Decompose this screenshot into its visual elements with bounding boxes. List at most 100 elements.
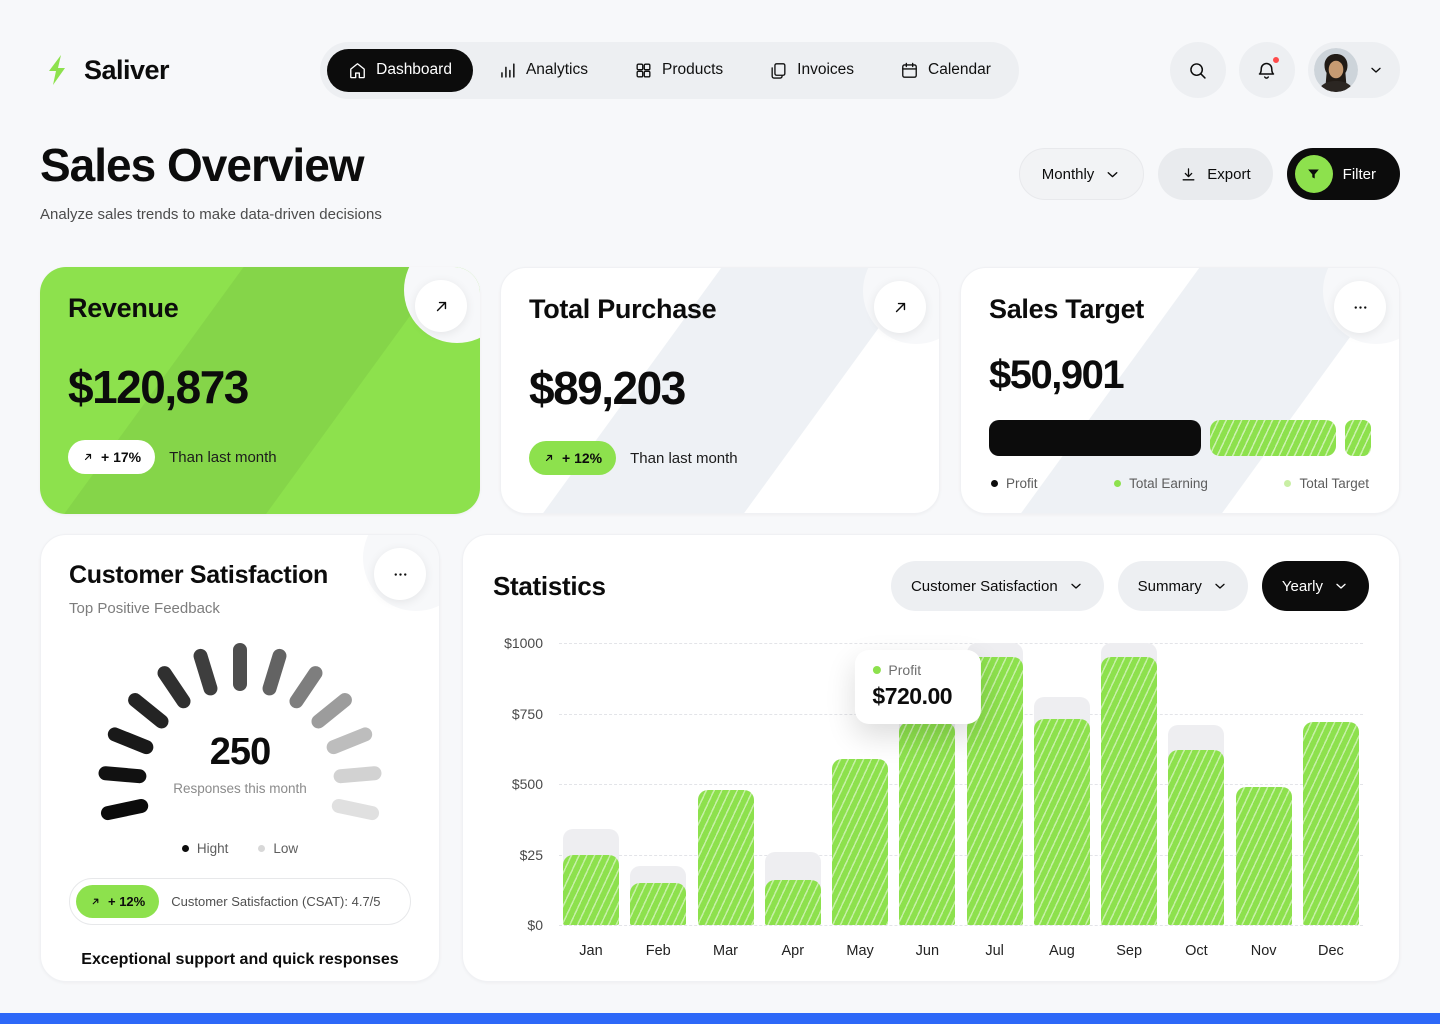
- period-select[interactable]: Monthly: [1019, 148, 1145, 200]
- chart-bar-group-feb[interactable]: [630, 643, 686, 925]
- card-title: Statistics: [493, 571, 606, 602]
- csat-delta-badge: + 12%: [76, 885, 159, 918]
- delta-note: Than last month: [169, 449, 277, 466]
- delta-note: Than last month: [630, 450, 738, 467]
- legend-dot: [258, 845, 265, 852]
- customer-satisfaction-card: Customer Satisfaction Top Positive Feedb…: [40, 534, 440, 982]
- bar-dec[interactable]: [1303, 722, 1359, 925]
- chart-bar-group-aug[interactable]: [1034, 643, 1090, 925]
- x-axis-label-nov: Nov: [1236, 943, 1292, 959]
- mode-select[interactable]: Summary: [1118, 561, 1248, 611]
- gauge-caption: Responses this month: [90, 781, 390, 796]
- chart-bar-group-mar[interactable]: [698, 643, 754, 925]
- statistics-chart: $1000$750$500$25$0 Profit $720.00 JanFeb…: [493, 635, 1369, 965]
- sales-dashboard-page: Saliver DashboardAnalyticsProductsInvoic…: [0, 0, 1440, 1024]
- legend-dot: [182, 845, 189, 852]
- nav-item-products[interactable]: Products: [613, 49, 744, 92]
- y-axis-tick: $500: [512, 776, 543, 792]
- nav-item-invoices[interactable]: Invoices: [748, 49, 875, 92]
- filter-label: Filter: [1343, 166, 1376, 183]
- bar-jun[interactable]: [899, 722, 955, 925]
- brand: Saliver: [40, 53, 169, 87]
- statistics-card: Statistics Customer Satisfaction Summary: [462, 534, 1400, 982]
- bottom-row: Customer Satisfaction Top Positive Feedb…: [40, 534, 1400, 982]
- target-legend: ProfitTotal EarningTotal Target: [989, 476, 1371, 491]
- chevron-down-icon: [1068, 578, 1084, 594]
- bar-aug[interactable]: [1034, 719, 1090, 925]
- brand-name: Saliver: [84, 55, 169, 86]
- bar-may[interactable]: [832, 759, 888, 925]
- chart-bar-group-oct[interactable]: [1168, 643, 1224, 925]
- bar-apr[interactable]: [765, 880, 821, 925]
- bar-oct[interactable]: [1168, 750, 1224, 925]
- total-purchase-card: Total Purchase $89,203 + 12% Than last m…: [500, 267, 940, 514]
- metric-select[interactable]: Customer Satisfaction: [891, 561, 1104, 611]
- csat-row: + 12% Customer Satisfaction (CSAT): 4.7/…: [69, 878, 411, 925]
- bar-feb[interactable]: [630, 883, 686, 925]
- card-title: Total Purchase: [529, 294, 911, 325]
- chart-bar-group-jan[interactable]: [563, 643, 619, 925]
- download-icon: [1180, 166, 1197, 183]
- target-progress-total-target: [1345, 420, 1371, 456]
- target-legend-total-target: Total Target: [1284, 476, 1369, 491]
- bar-mar[interactable]: [698, 790, 754, 925]
- bar-nov[interactable]: [1236, 787, 1292, 925]
- chevron-down-icon: [1333, 578, 1349, 594]
- target-legend-total-earning: Total Earning: [1114, 476, 1208, 491]
- page-title: Sales Overview: [40, 138, 382, 192]
- nav-item-calendar[interactable]: Calendar: [879, 49, 1012, 92]
- card-title: Customer Satisfaction: [69, 561, 411, 590]
- tooltip-value: $720.00: [872, 683, 962, 710]
- card-title: Sales Target: [989, 294, 1371, 325]
- user-menu[interactable]: [1308, 42, 1400, 98]
- legend-low: Low: [258, 841, 298, 856]
- kpi-cards-row: Revenue $120,873 + 17% Than last month: [40, 267, 1400, 514]
- search-button[interactable]: [1170, 42, 1226, 98]
- export-label: Export: [1207, 166, 1250, 183]
- x-axis-label-jul: Jul: [967, 943, 1023, 959]
- analytics-icon: [498, 61, 517, 80]
- gauge-legend: Hight Low: [69, 841, 411, 856]
- notifications-button[interactable]: [1239, 42, 1295, 98]
- brand-logo-icon: [40, 53, 74, 87]
- gauge-segment: [155, 663, 193, 711]
- period-label: Monthly: [1042, 166, 1095, 183]
- target-progress-bar: [989, 420, 1371, 456]
- legend-dot: [991, 480, 998, 487]
- chart-bar-group-apr[interactable]: [765, 643, 821, 925]
- target-value: $50,901: [989, 353, 1371, 398]
- purchase-value: $89,203: [529, 361, 911, 415]
- target-progress-profit: [989, 420, 1201, 456]
- page-head: Sales Overview Analyze sales trends to m…: [40, 138, 1400, 223]
- head-controls: Monthly Export Filter: [1019, 148, 1400, 200]
- x-axis-label-apr: Apr: [765, 943, 821, 959]
- gauge-segment: [330, 798, 380, 822]
- calendar-icon: [900, 61, 919, 80]
- export-button[interactable]: Export: [1158, 148, 1272, 200]
- bar-jan[interactable]: [563, 855, 619, 926]
- satisfaction-menu-button[interactable]: [374, 548, 426, 600]
- main-nav: DashboardAnalyticsProductsInvoicesCalend…: [320, 42, 1019, 99]
- search-icon: [1187, 60, 1208, 81]
- chart-gridline: [559, 925, 1363, 926]
- filter-button[interactable]: Filter: [1287, 148, 1400, 200]
- chart-bar-group-dec[interactable]: [1303, 643, 1359, 925]
- chart-plot-area: Profit $720.00: [559, 643, 1363, 925]
- chart-bar-group-nov[interactable]: [1236, 643, 1292, 925]
- products-grid-icon: [634, 61, 653, 80]
- y-axis-tick: $1000: [504, 635, 543, 651]
- arrow-up-right-icon: [82, 451, 94, 463]
- top-actions: [1170, 42, 1400, 98]
- chart-bar-group-sep[interactable]: [1101, 643, 1157, 925]
- y-axis-tick: $750: [512, 706, 543, 722]
- nav-item-dashboard[interactable]: Dashboard: [327, 49, 473, 92]
- card-subtitle: Top Positive Feedback: [69, 600, 411, 617]
- revenue-card: Revenue $120,873 + 17% Than last month: [40, 267, 480, 514]
- sales-target-card: Sales Target $50,901 ProfitTotal Earning…: [960, 267, 1400, 514]
- x-axis-label-sep: Sep: [1101, 943, 1157, 959]
- gauge-segment: [233, 643, 247, 691]
- nav-item-analytics[interactable]: Analytics: [477, 49, 609, 92]
- chevron-down-icon: [1104, 166, 1121, 183]
- bar-sep[interactable]: [1101, 657, 1157, 925]
- range-select[interactable]: Yearly: [1262, 561, 1369, 611]
